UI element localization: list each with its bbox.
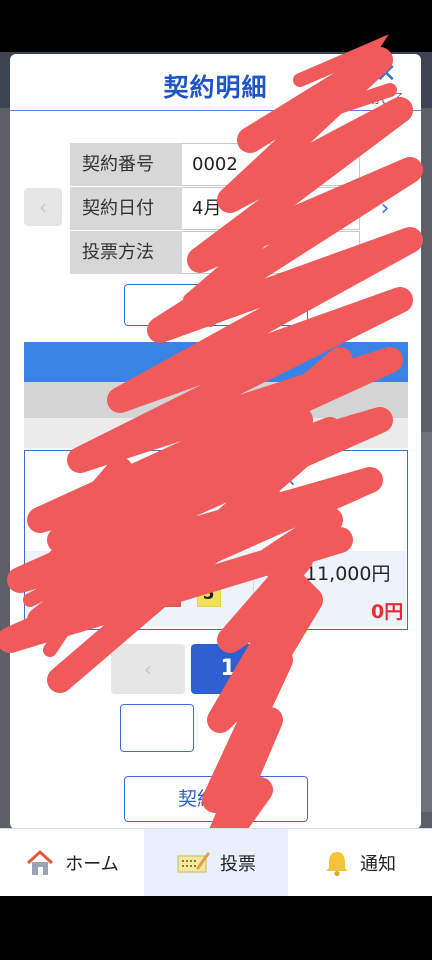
chevron-right-icon[interactable]: › <box>369 461 377 485</box>
tab-home[interactable]: ホーム <box>0 829 144 896</box>
pager-prev-button[interactable]: ‹ <box>111 644 185 694</box>
next-contract-button[interactable]: › <box>370 194 400 224</box>
section-subrow <box>24 418 408 448</box>
outline-button[interactable] <box>124 284 308 326</box>
refund-amount: 0円 <box>371 601 404 623</box>
contract-detail-modal: 契約明細 ✕ 閉じる ‹ › 契約番号 0002 契約日付 4月 投票方法 3連… <box>10 54 421 829</box>
tab-notifications[interactable]: 通知 <box>288 829 432 896</box>
contract-info-table: 契約番号 0002 契約日付 4月 投票方法 <box>70 143 360 275</box>
section-column-header <box>24 382 408 418</box>
info-label: 契約番号 <box>70 143 182 186</box>
tab-label: 通知 <box>360 853 396 875</box>
contract-list-button[interactable]: 契約一覧 <box>124 776 308 822</box>
combo-separator: - <box>185 584 192 604</box>
tab-label: 投票 <box>220 853 256 875</box>
info-value: 0002 <box>182 143 360 186</box>
screen: 契約明細 ✕ 閉じる ‹ › 契約番号 0002 契約日付 4月 投票方法 3連… <box>0 0 432 960</box>
info-row-contract-date: 契約日付 4月 <box>70 187 360 231</box>
bet-row-divider <box>253 551 254 626</box>
tab-label: ホーム <box>65 853 119 875</box>
close-label: 閉じる <box>366 92 406 107</box>
bell-icon <box>326 851 348 876</box>
tab-vote[interactable]: 投票 <box>144 829 288 896</box>
formation-title[interactable]: 3連単 フォーメ <box>165 465 296 492</box>
info-value <box>182 231 360 274</box>
combo-separator: - <box>146 584 152 604</box>
title-divider <box>10 110 421 111</box>
close-button[interactable]: ✕ 閉じる <box>360 60 412 110</box>
car-number-5: 5 <box>196 581 221 607</box>
info-row-contract-number: 契約番号 0002 <box>70 143 360 187</box>
close-icon: ✕ <box>375 59 397 89</box>
info-value: 4月 <box>182 187 360 230</box>
home-icon <box>27 850 54 875</box>
bet-combination: 1 - 3 - 5 <box>117 581 221 607</box>
ticket-icon <box>177 852 210 872</box>
bet-amount: 11,000円 <box>305 563 391 585</box>
info-label: 投票方法 <box>70 231 182 274</box>
car-number-3: 3 <box>156 581 181 607</box>
bet-formation-card: 3連単 フォーメ › 1 - 3 - 5 11,000円 0円 <box>24 450 408 630</box>
section-header-bar <box>24 342 408 382</box>
info-label: 契約日付 <box>70 187 182 230</box>
prev-contract-button[interactable]: ‹ <box>24 188 62 226</box>
car-number-1: 1 <box>117 581 141 607</box>
pager-current-page[interactable]: 1 <box>191 644 265 694</box>
info-row-vote-method: 投票方法 <box>70 231 360 275</box>
small-outline-button[interactable] <box>120 704 194 752</box>
bottom-tab-bar: ホーム 投票 通知 <box>0 828 432 896</box>
